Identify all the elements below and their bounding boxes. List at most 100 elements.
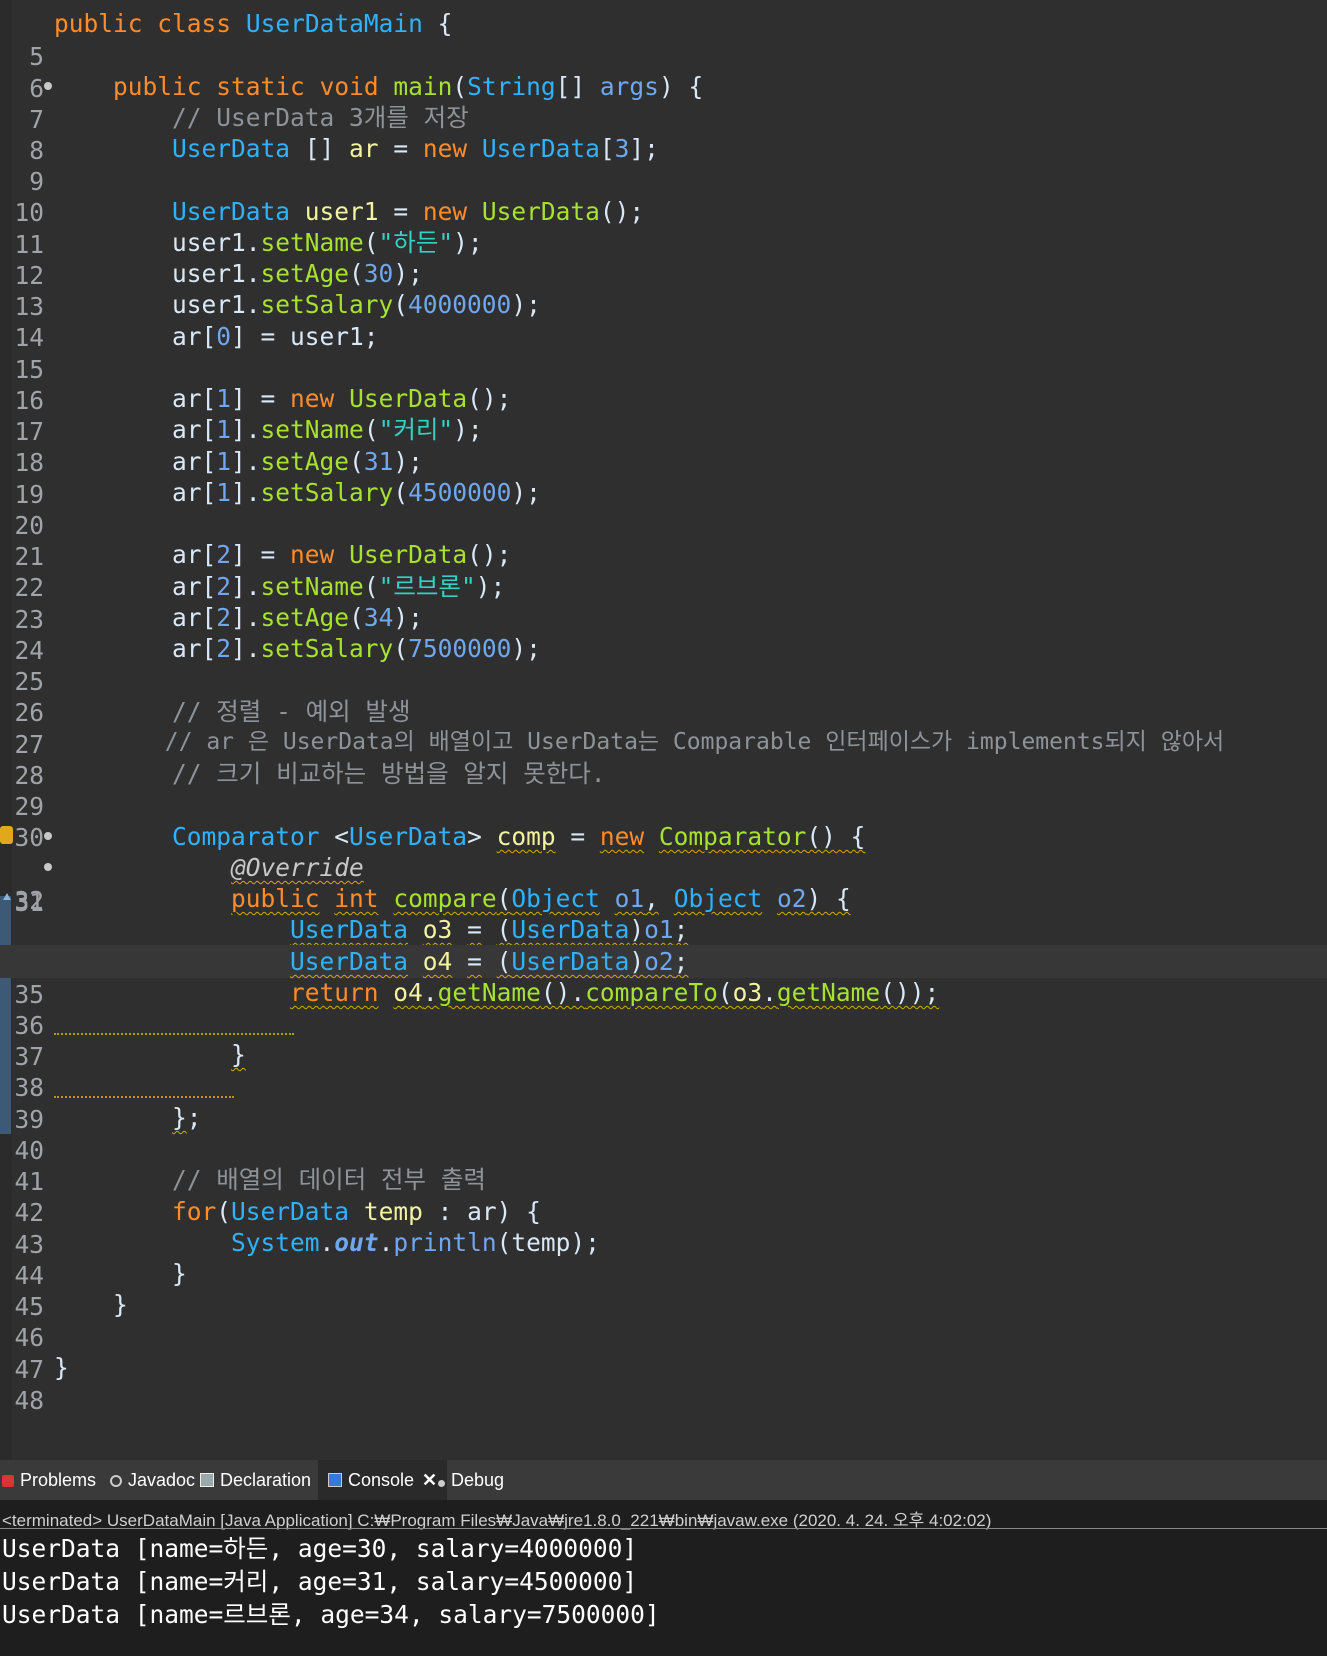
- code-line[interactable]: 42 // 배열의 데이터 전부 출력: [0, 1163, 1327, 1227]
- code-line[interactable]: 33 public int compare(Object o1, Object …: [0, 882, 1327, 979]
- code-text: ar[2].setAge(34);: [54, 603, 423, 632]
- code-line[interactable]: 23 ar[2].setName("르브론");: [0, 570, 1327, 634]
- code-line[interactable]: 16: [0, 351, 1327, 415]
- code-line[interactable]: 30: [0, 788, 1327, 852]
- fold-marker-icon[interactable]: [44, 832, 52, 840]
- code-line[interactable]: 15 ar[0] = user1;: [0, 320, 1327, 384]
- tab-console[interactable]: Console ✕: [318, 1460, 448, 1500]
- code-line[interactable]: 41: [0, 1132, 1327, 1196]
- warning-icon[interactable]: [0, 826, 13, 844]
- code-text: user1.setSalary(4000000);: [54, 290, 541, 319]
- code-text: ar[0] = user1;: [54, 322, 379, 351]
- code-line[interactable]: 12 user1.setName("하든");: [0, 226, 1327, 290]
- tab-debug[interactable]: Debug: [438, 1460, 504, 1500]
- fold-marker-icon[interactable]: [44, 82, 52, 90]
- code-text: public static void main(String[] args) {: [113, 72, 704, 101]
- code-line[interactable]: 22 ar[2] = new UserData();: [0, 538, 1327, 602]
- console-icon: [328, 1473, 342, 1487]
- code-text: };: [172, 1103, 202, 1132]
- tab-javadoc[interactable]: Javadoc: [110, 1460, 195, 1500]
- tab-problems[interactable]: Problems: [2, 1460, 96, 1500]
- code-line[interactable]: 5 public class UserDataMain {: [0, 7, 1327, 71]
- divider: [0, 1528, 1327, 1529]
- code-text: public int compare(Object o1, Object o2)…: [231, 884, 851, 913]
- code-text: }: [54, 1353, 69, 1382]
- code-line[interactable]: 8 // UserData 3개를 저장: [0, 101, 1327, 165]
- code-line[interactable]: 19 ar[1].setAge(31);: [0, 445, 1327, 509]
- code-text: ar[1].setName("커리");: [54, 415, 483, 444]
- code-text: @Override: [231, 853, 364, 882]
- code-line[interactable]: 38 }: [0, 1038, 1327, 1102]
- code-text: return o4.getName().compareTo(o3.getName…: [290, 978, 940, 1007]
- tab-label: Debug: [451, 1470, 505, 1490]
- code-line[interactable]: 26: [0, 663, 1327, 727]
- code-text: for(UserData temp : ar) {: [172, 1197, 541, 1226]
- code-line[interactable]: 34 UserData o3 = (UserData)o1;: [0, 913, 1327, 977]
- problems-icon: [2, 1475, 14, 1487]
- code-line[interactable]: 14 user1.setSalary(4000000);: [0, 288, 1327, 352]
- code-line[interactable]: 44 System.out.println(temp);: [0, 1226, 1327, 1290]
- code-text: user1.setName("하든");: [54, 228, 483, 257]
- code-line[interactable]: 29 // 크기 비교하는 방법을 알지 못한다.: [0, 757, 1327, 821]
- code-line[interactable]: 39: [0, 1070, 1327, 1134]
- code-editor[interactable]: 5 public class UserDataMain { 6 7 public…: [0, 0, 1327, 1460]
- code-line[interactable]: 17 ar[1] = new UserData();: [0, 382, 1327, 446]
- code-line[interactable]: 7 public static void main(String[] args)…: [0, 70, 1327, 134]
- close-icon[interactable]: ✕: [422, 1470, 437, 1490]
- code-line[interactable]: 24 ar[2].setAge(34);: [0, 601, 1327, 665]
- code-text: ar[1] = new UserData();: [54, 384, 512, 413]
- code-comment: // 배열의 데이터 전부 출력: [54, 1165, 486, 1194]
- tab-label: Problems: [20, 1470, 97, 1490]
- code-text: UserData [] ar = new UserData[3];: [172, 134, 659, 163]
- code-line[interactable]: 45 }: [0, 1257, 1327, 1321]
- code-line[interactable]: 47: [0, 1320, 1327, 1384]
- console-output-line: UserData [name=르브론, age=34, salary=75000…: [2, 1600, 660, 1629]
- declaration-icon: [200, 1473, 214, 1487]
- code-comment: // 정렬 - 예외 발생: [54, 697, 411, 726]
- panel-tab-bar: Problems Javadoc Declaration Console ✕ De…: [0, 1460, 1327, 1500]
- code-comment: // ar 은 UserData의 배열이고 UserData는 Compara…: [54, 729, 1225, 755]
- code-line[interactable]: 48 }: [0, 1351, 1327, 1415]
- tab-declaration[interactable]: Declaration: [200, 1460, 311, 1500]
- code-text: UserData user1 = new UserData();: [172, 197, 645, 226]
- code-line[interactable]: 21: [0, 507, 1327, 571]
- code-line[interactable]: 46 }: [0, 1288, 1327, 1352]
- code-text: UserData o4 = (UserData)o2;: [290, 947, 689, 976]
- debug-icon: [438, 1480, 445, 1487]
- tab-label: Declaration: [220, 1470, 312, 1490]
- code-line-current[interactable]: 35 UserData o4 = (UserData)o2;: [0, 945, 1327, 1009]
- override-arrow-icon[interactable]: [3, 893, 11, 900]
- code-line[interactable]: 25 ar[2].setSalary(7500000);: [0, 632, 1327, 696]
- code-comment: // 크기 비교하는 방법을 알지 못한다.: [54, 759, 606, 788]
- code-line[interactable]: 32 @Override: [0, 851, 1327, 915]
- fold-marker-icon[interactable]: [44, 863, 52, 871]
- code-text: ar[2].setName("르브론");: [54, 572, 506, 601]
- code-line[interactable]: 31 Comparator <UserData> comp = new Comp…: [0, 820, 1327, 917]
- bottom-panel: Problems Javadoc Declaration Console ✕ De…: [0, 1460, 1327, 1656]
- code-text: }: [54, 1259, 187, 1288]
- code-line[interactable]: 28 // ar 은 UserData의 배열이고 UserData는 Comp…: [0, 726, 1327, 790]
- code-text: ar[2] = new UserData();: [54, 540, 512, 569]
- code-text: System.out.println(temp);: [231, 1228, 600, 1257]
- code-line[interactable]: 20 ar[1].setSalary(4500000);: [0, 476, 1327, 540]
- code-line[interactable]: 43 for(UserData temp : ar) {: [0, 1195, 1327, 1259]
- warning-underline: [54, 1096, 234, 1098]
- code-line[interactable]: 11 UserData user1 = new UserData();: [0, 195, 1327, 259]
- code-text: ar[1].setAge(31);: [54, 447, 423, 476]
- code-line[interactable]: 18 ar[1].setName("커리");: [0, 413, 1327, 477]
- code-line[interactable]: 36 return o4.getName().compareTo(o3.getN…: [0, 976, 1327, 1040]
- code-line[interactable]: 6: [0, 39, 1327, 103]
- code-line[interactable]: 13 user1.setAge(30);: [0, 257, 1327, 321]
- warning-underline: [54, 1033, 294, 1035]
- line-number: 48: [14, 1386, 44, 1415]
- code-text: UserData o3 = (UserData)o1;: [290, 915, 689, 944]
- tab-label: Javadoc: [128, 1470, 196, 1490]
- code-line[interactable]: 27 // 정렬 - 예외 발생: [0, 695, 1327, 759]
- code-text: }: [231, 1040, 246, 1069]
- code-line[interactable]: 9 UserData [] ar = new UserData[3];: [0, 132, 1327, 196]
- code-line[interactable]: 37: [0, 1007, 1327, 1071]
- code-line[interactable]: 10: [0, 163, 1327, 227]
- javadoc-icon: [110, 1475, 122, 1487]
- code-line[interactable]: 40 };: [0, 1101, 1327, 1165]
- code-text: }: [54, 1290, 128, 1319]
